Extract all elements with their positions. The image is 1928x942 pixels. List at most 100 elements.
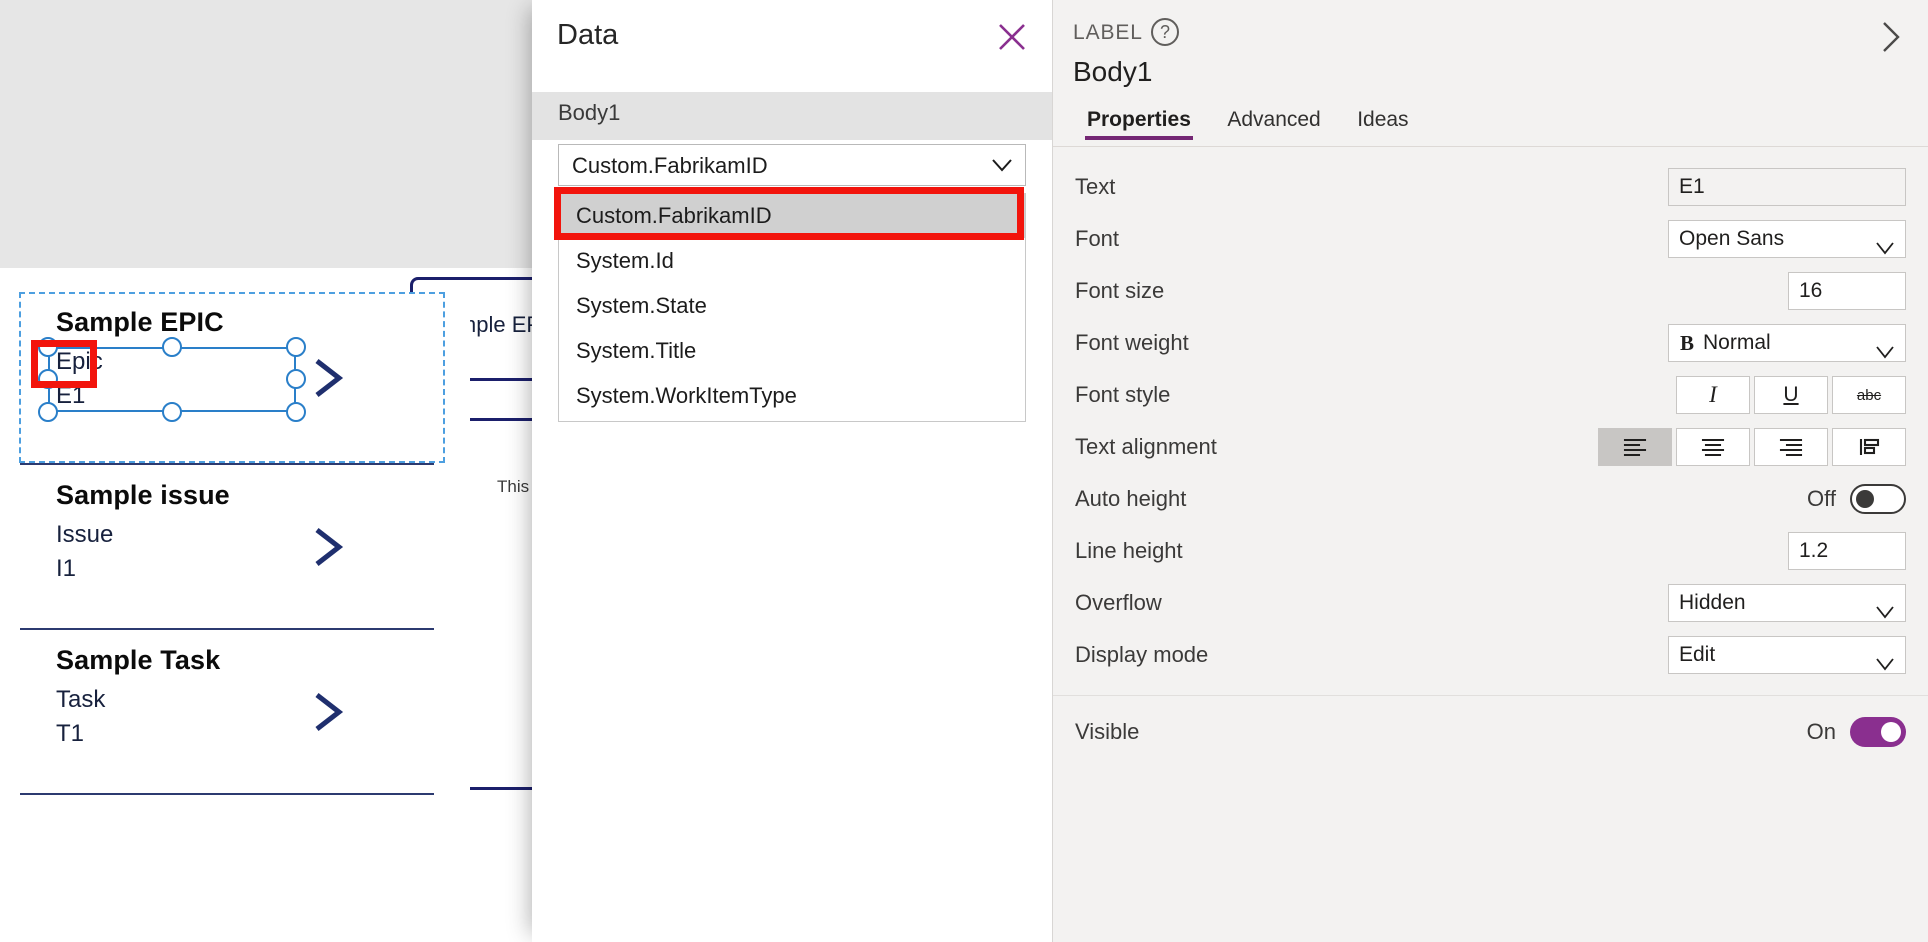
line-height-input[interactable]	[1788, 532, 1906, 570]
gallery-divider	[20, 793, 434, 795]
property-row-font: Font Open Sans	[1053, 213, 1928, 265]
chevron-right-icon[interactable]	[311, 526, 345, 568]
resize-handle-sw[interactable]	[38, 402, 58, 422]
gallery-item-id: E1	[56, 382, 86, 410]
auto-height-toggle[interactable]	[1850, 484, 1906, 514]
text-alignment-segment	[1598, 428, 1906, 466]
font-select[interactable]: Open Sans	[1668, 220, 1906, 258]
font-weight-value: Normal	[1703, 331, 1771, 354]
chevron-right-icon[interactable]	[1874, 18, 1906, 56]
visible-state: On	[1806, 719, 1836, 744]
font-style-segment: I U abc	[1676, 376, 1906, 414]
font-select-value: Open Sans	[1679, 227, 1785, 250]
tab-ideas[interactable]: Ideas	[1341, 100, 1424, 140]
gallery-item-type: Issue	[56, 520, 114, 548]
align-left-icon[interactable]	[1598, 428, 1672, 466]
align-right-icon[interactable]	[1754, 428, 1828, 466]
dropdown-option-4[interactable]: System.WorkItemType	[559, 373, 1025, 418]
property-row-font-style: Font style I U abc	[1053, 369, 1928, 421]
field-combobox[interactable]: Custom.FabrikamID	[558, 144, 1026, 186]
gallery-item-title: Sample Task	[56, 645, 221, 675]
property-row-line-height: Line height	[1053, 525, 1928, 577]
gallery-item-id: I1	[56, 555, 77, 583]
property-label: Line height	[1075, 538, 1183, 563]
font-size-input[interactable]	[1788, 272, 1906, 310]
property-row-auto-height: Auto height Off	[1053, 473, 1928, 525]
property-row-font-size: Font size	[1053, 265, 1928, 317]
property-label: Font style	[1075, 382, 1171, 407]
data-panel-subbar: Body1	[532, 92, 1052, 140]
item-gallery[interactable]: Sample EPIC Epic E1 Sample issue Issue I…	[0, 292, 470, 942]
property-label: Overflow	[1075, 590, 1162, 615]
property-label: Text alignment	[1075, 434, 1217, 459]
field-combobox-value: Custom.FabrikamID	[572, 153, 768, 178]
gallery-item-title: Sample issue	[56, 480, 230, 510]
property-label: Font weight	[1075, 330, 1189, 355]
property-row-font-weight: Font weight B Normal	[1053, 317, 1928, 369]
chevron-right-icon[interactable]	[311, 691, 345, 733]
question-circle-icon[interactable]: ?	[1151, 18, 1179, 46]
visible-toggle[interactable]	[1850, 717, 1906, 747]
dropdown-option-3[interactable]: System.Title	[559, 328, 1025, 373]
resize-handle-w[interactable]	[38, 369, 58, 389]
properties-header: LABEL ? Body1	[1053, 0, 1928, 100]
property-label: Text	[1075, 174, 1116, 199]
close-icon[interactable]	[992, 17, 1032, 57]
gallery-item-epic[interactable]: Sample EPIC Epic E1	[0, 292, 470, 463]
property-label: Font	[1075, 226, 1120, 251]
underline-glyph: U	[1783, 383, 1799, 406]
data-panel: Data Body1 Custom.FabrikamID Custom.Fabr…	[532, 0, 1052, 942]
display-mode-value: Edit	[1679, 643, 1716, 666]
properties-pane: LABEL ? Body1 Properties Advanced Ideas …	[1052, 0, 1928, 942]
display-mode-select[interactable]: Edit	[1668, 636, 1906, 674]
gallery-item-task[interactable]: Sample Task Task T1	[0, 630, 470, 793]
data-panel-control-name: Body1	[558, 100, 621, 125]
property-row-visible: Visible On	[1053, 696, 1928, 768]
gallery-item-type: Task	[56, 685, 106, 713]
align-center-icon[interactable]	[1676, 428, 1750, 466]
property-row-text-alignment: Text alignment	[1053, 421, 1928, 473]
properties-tabs[interactable]: Properties Advanced Ideas	[1053, 100, 1928, 147]
property-label: Auto height	[1075, 486, 1187, 511]
field-dropdown-list[interactable]: Custom.FabrikamID System.Id System.State…	[558, 193, 1026, 422]
chevron-down-icon	[1875, 648, 1895, 671]
overflow-select[interactable]: Hidden	[1668, 584, 1906, 622]
text-input[interactable]	[1668, 168, 1906, 206]
control-kind-label: LABEL	[1073, 21, 1143, 44]
bold-icon: B	[1680, 331, 1695, 355]
property-label: Display mode	[1075, 642, 1209, 667]
resize-handle-nw[interactable]	[38, 337, 58, 357]
auto-height-state: Off	[1807, 486, 1836, 511]
dropdown-option-0[interactable]: Custom.FabrikamID	[559, 193, 1025, 238]
property-row-display-mode: Display mode Edit	[1053, 629, 1928, 681]
chevron-down-icon[interactable]	[991, 156, 1013, 174]
chevron-down-icon	[1875, 232, 1895, 255]
underline-icon[interactable]: U	[1754, 376, 1828, 414]
font-weight-select[interactable]: B Normal	[1668, 324, 1906, 362]
chevron-down-icon	[1875, 336, 1895, 359]
property-row-text: Text	[1053, 161, 1928, 213]
gallery-item-id: T1	[56, 720, 85, 748]
chevron-down-icon	[1875, 596, 1895, 619]
property-label: Font size	[1075, 278, 1165, 303]
italic-glyph: I	[1709, 382, 1717, 407]
overflow-value: Hidden	[1679, 591, 1746, 614]
strikethrough-glyph: abc	[1856, 386, 1882, 404]
dropdown-option-2[interactable]: System.State	[559, 283, 1025, 328]
property-row-overflow: Overflow Hidden	[1053, 577, 1928, 629]
gallery-item-title: Sample EPIC	[56, 307, 224, 337]
dropdown-option-1[interactable]: System.Id	[559, 238, 1025, 283]
app-root: Sample EPIC This fo E1 Sample EPIC Epic …	[0, 0, 1928, 942]
strikethrough-icon[interactable]: abc	[1832, 376, 1906, 414]
gallery-item-issue[interactable]: Sample issue Issue I1	[0, 465, 470, 628]
data-panel-header: Data	[532, 0, 1052, 92]
gallery-item-type: Epic	[56, 347, 103, 375]
property-label: Visible	[1075, 719, 1140, 744]
align-justify-icon[interactable]	[1832, 428, 1906, 466]
data-panel-title: Data	[557, 19, 619, 51]
italic-icon[interactable]: I	[1676, 376, 1750, 414]
tab-properties[interactable]: Properties	[1071, 100, 1207, 140]
data-panel-body: Custom.FabrikamID Custom.FabrikamID Syst…	[532, 140, 1052, 942]
tab-advanced[interactable]: Advanced	[1211, 100, 1336, 140]
chevron-right-icon[interactable]	[311, 357, 345, 399]
